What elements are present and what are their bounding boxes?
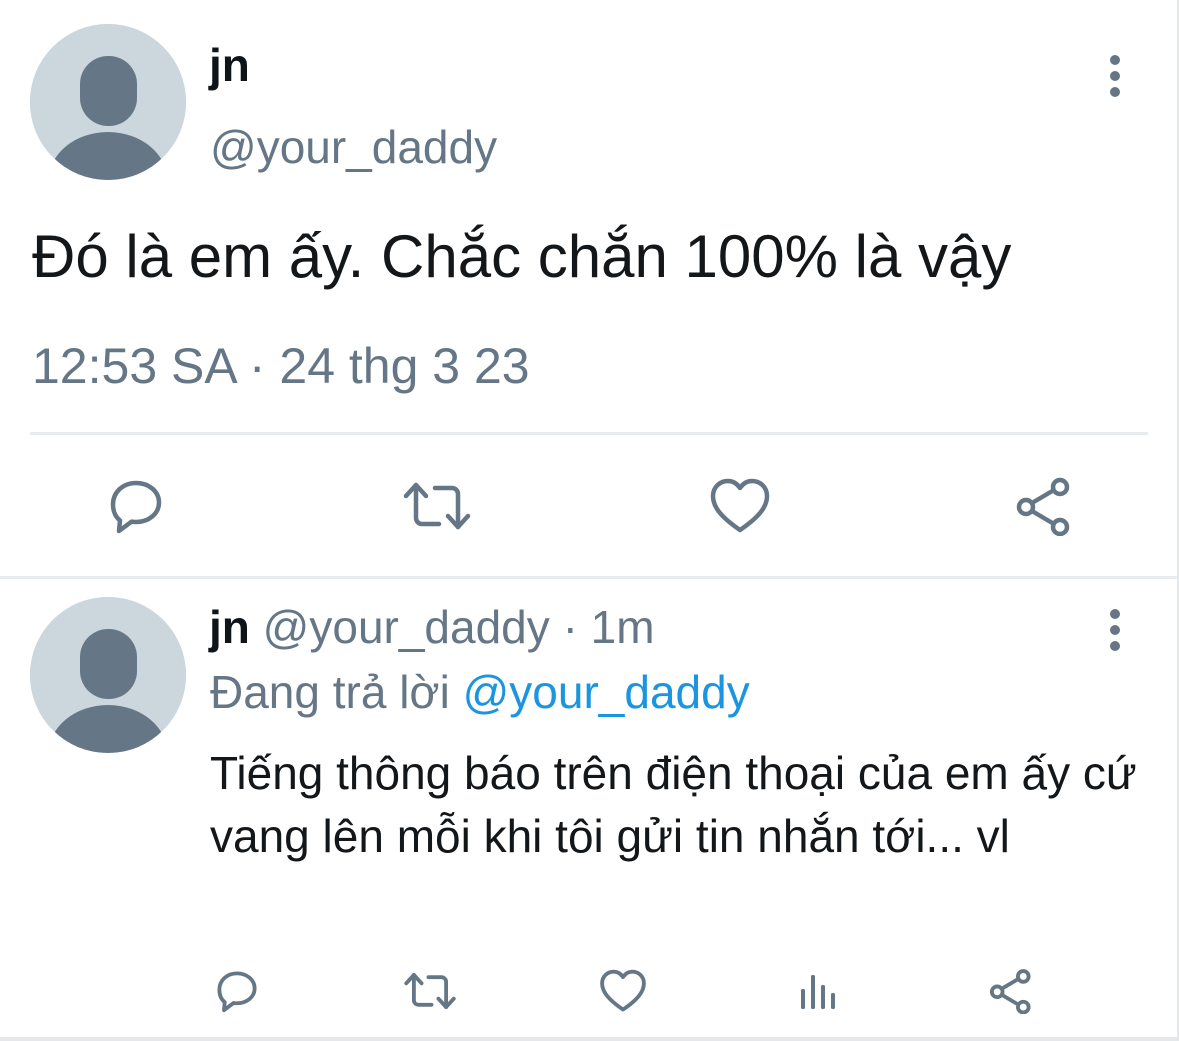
avatar[interactable] — [30, 24, 186, 180]
default-avatar-icon — [30, 24, 186, 180]
divider — [30, 432, 1148, 435]
display-name[interactable]: jn — [209, 601, 250, 653]
tweet-thread: jn @your_daddy Đó là em ấy. Chắc chắn 10… — [0, 0, 1179, 1041]
more-options-icon[interactable] — [1098, 606, 1132, 654]
reply-icon[interactable] — [104, 474, 168, 538]
replying-to: Đang trả lời @your_daddy — [210, 665, 750, 719]
analytics-icon[interactable] — [794, 966, 844, 1016]
user-handle[interactable]: @your_daddy — [263, 601, 550, 653]
bottom-border — [0, 1037, 1179, 1041]
like-icon[interactable] — [708, 474, 772, 538]
tweet-timestamp[interactable]: 12:53 SA · 24 thg 3 23 — [32, 337, 530, 395]
user-handle[interactable]: @your_daddy — [210, 120, 497, 174]
avatar[interactable] — [30, 597, 186, 753]
default-avatar-icon — [30, 597, 186, 753]
retweet-icon[interactable] — [402, 474, 472, 538]
share-icon[interactable] — [1012, 474, 1076, 538]
like-icon[interactable] — [598, 966, 648, 1016]
main-tweet: jn @your_daddy Đó là em ấy. Chắc chắn 10… — [0, 0, 1179, 578]
more-options-icon[interactable] — [1098, 52, 1132, 100]
tweet-text: Tiếng thông báo trên điện thoại của em ấ… — [210, 747, 1137, 862]
reply-icon[interactable] — [212, 966, 262, 1016]
share-icon[interactable] — [986, 966, 1036, 1016]
time-ago[interactable]: 1m — [591, 601, 655, 653]
reply-header: jn @your_daddy · 1m — [209, 600, 655, 654]
separator: · — [562, 601, 578, 653]
mention-link[interactable]: @your_daddy — [463, 666, 750, 718]
display-name[interactable]: jn — [209, 38, 250, 92]
retweet-icon[interactable] — [402, 966, 458, 1016]
section-divider — [0, 576, 1179, 579]
tweet-text: Đó là em ấy. Chắc chắn 100% là vậy — [32, 223, 1012, 290]
replying-prefix: Đang trả lời — [210, 666, 450, 718]
